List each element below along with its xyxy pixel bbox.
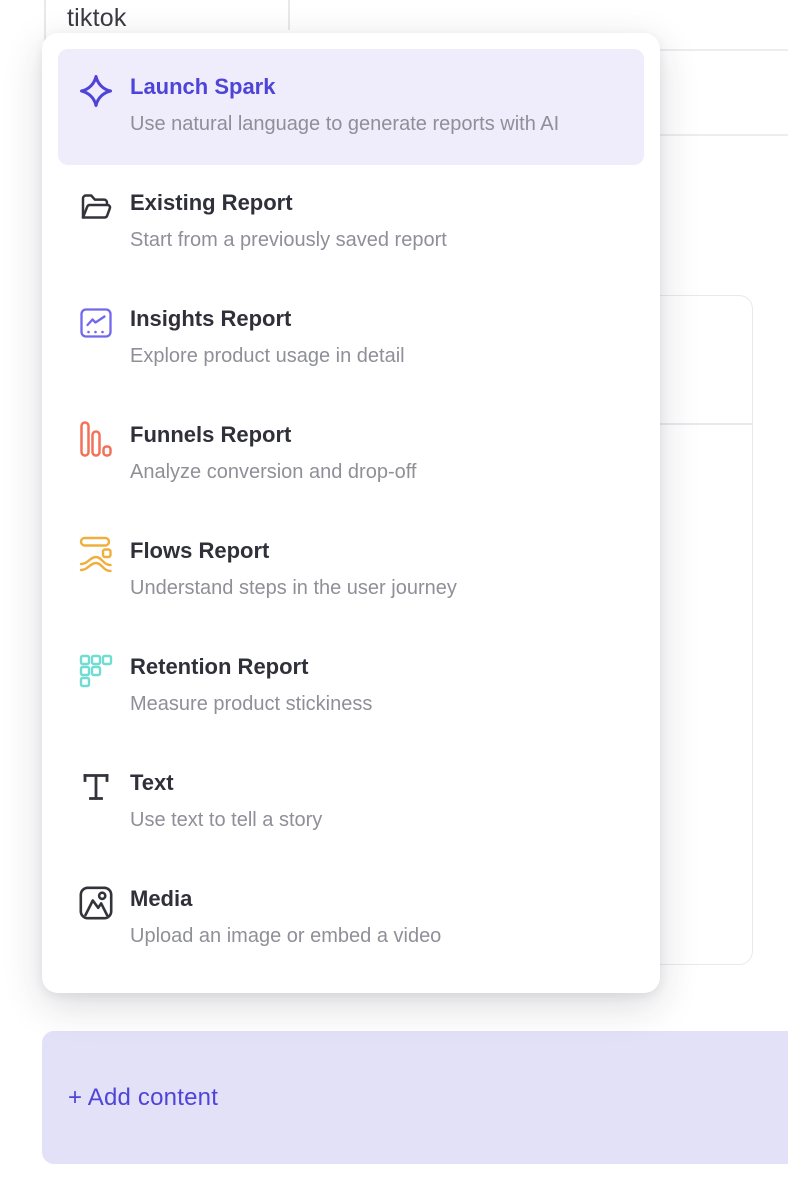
menu-item-launch-spark[interactable]: Launch Spark Use natural language to gen… <box>58 49 644 165</box>
menu-item-title: Launch Spark <box>130 73 626 101</box>
menu-item-media[interactable]: Media Upload an image or embed a video <box>58 861 644 977</box>
flows-icon <box>76 535 116 575</box>
menu-item-description: Understand steps in the user journey <box>130 573 626 603</box>
menu-item-retention-report[interactable]: Retention Report Measure product stickin… <box>58 629 644 745</box>
menu-item-description: Upload an image or embed a video <box>130 921 626 951</box>
background-list-item-tiktok: tiktok <box>67 4 127 33</box>
menu-item-title: Flows Report <box>130 537 626 565</box>
menu-item-funnels-report[interactable]: Funnels Report Analyze conversion and dr… <box>58 397 644 513</box>
add-content-menu: Launch Spark Use natural language to gen… <box>42 33 660 993</box>
menu-item-title: Existing Report <box>130 189 626 217</box>
menu-item-insights-report[interactable]: Insights Report Explore product usage in… <box>58 281 644 397</box>
spark-icon <box>76 71 116 111</box>
insights-chart-icon <box>76 303 116 343</box>
add-content-label: + Add content <box>68 1084 218 1112</box>
text-icon <box>76 767 116 807</box>
folder-open-icon <box>76 187 116 227</box>
menu-item-flows-report[interactable]: Flows Report Understand steps in the use… <box>58 513 644 629</box>
menu-item-existing-report[interactable]: Existing Report Start from a previously … <box>58 165 644 281</box>
menu-item-title: Retention Report <box>130 653 626 681</box>
media-image-icon <box>76 883 116 923</box>
menu-item-description: Use text to tell a story <box>130 805 626 835</box>
add-content-button[interactable]: + Add content <box>42 1031 788 1164</box>
menu-item-description: Use natural language to generate reports… <box>130 109 585 139</box>
menu-item-title: Media <box>130 885 626 913</box>
menu-item-description: Explore product usage in detail <box>130 341 626 371</box>
menu-item-text[interactable]: Text Use text to tell a story <box>58 745 644 861</box>
menu-item-description: Measure product stickiness <box>130 689 626 719</box>
menu-item-description: Start from a previously saved report <box>130 225 626 255</box>
retention-grid-icon <box>76 651 116 691</box>
menu-item-description: Analyze conversion and drop-off <box>130 457 626 487</box>
menu-item-title: Funnels Report <box>130 421 626 449</box>
background-row-divider <box>658 134 788 136</box>
menu-item-title: Insights Report <box>130 305 626 333</box>
background-row-divider <box>658 49 788 51</box>
background-column-divider <box>288 0 290 30</box>
funnel-bars-icon <box>76 419 116 459</box>
menu-item-title: Text <box>130 769 626 797</box>
